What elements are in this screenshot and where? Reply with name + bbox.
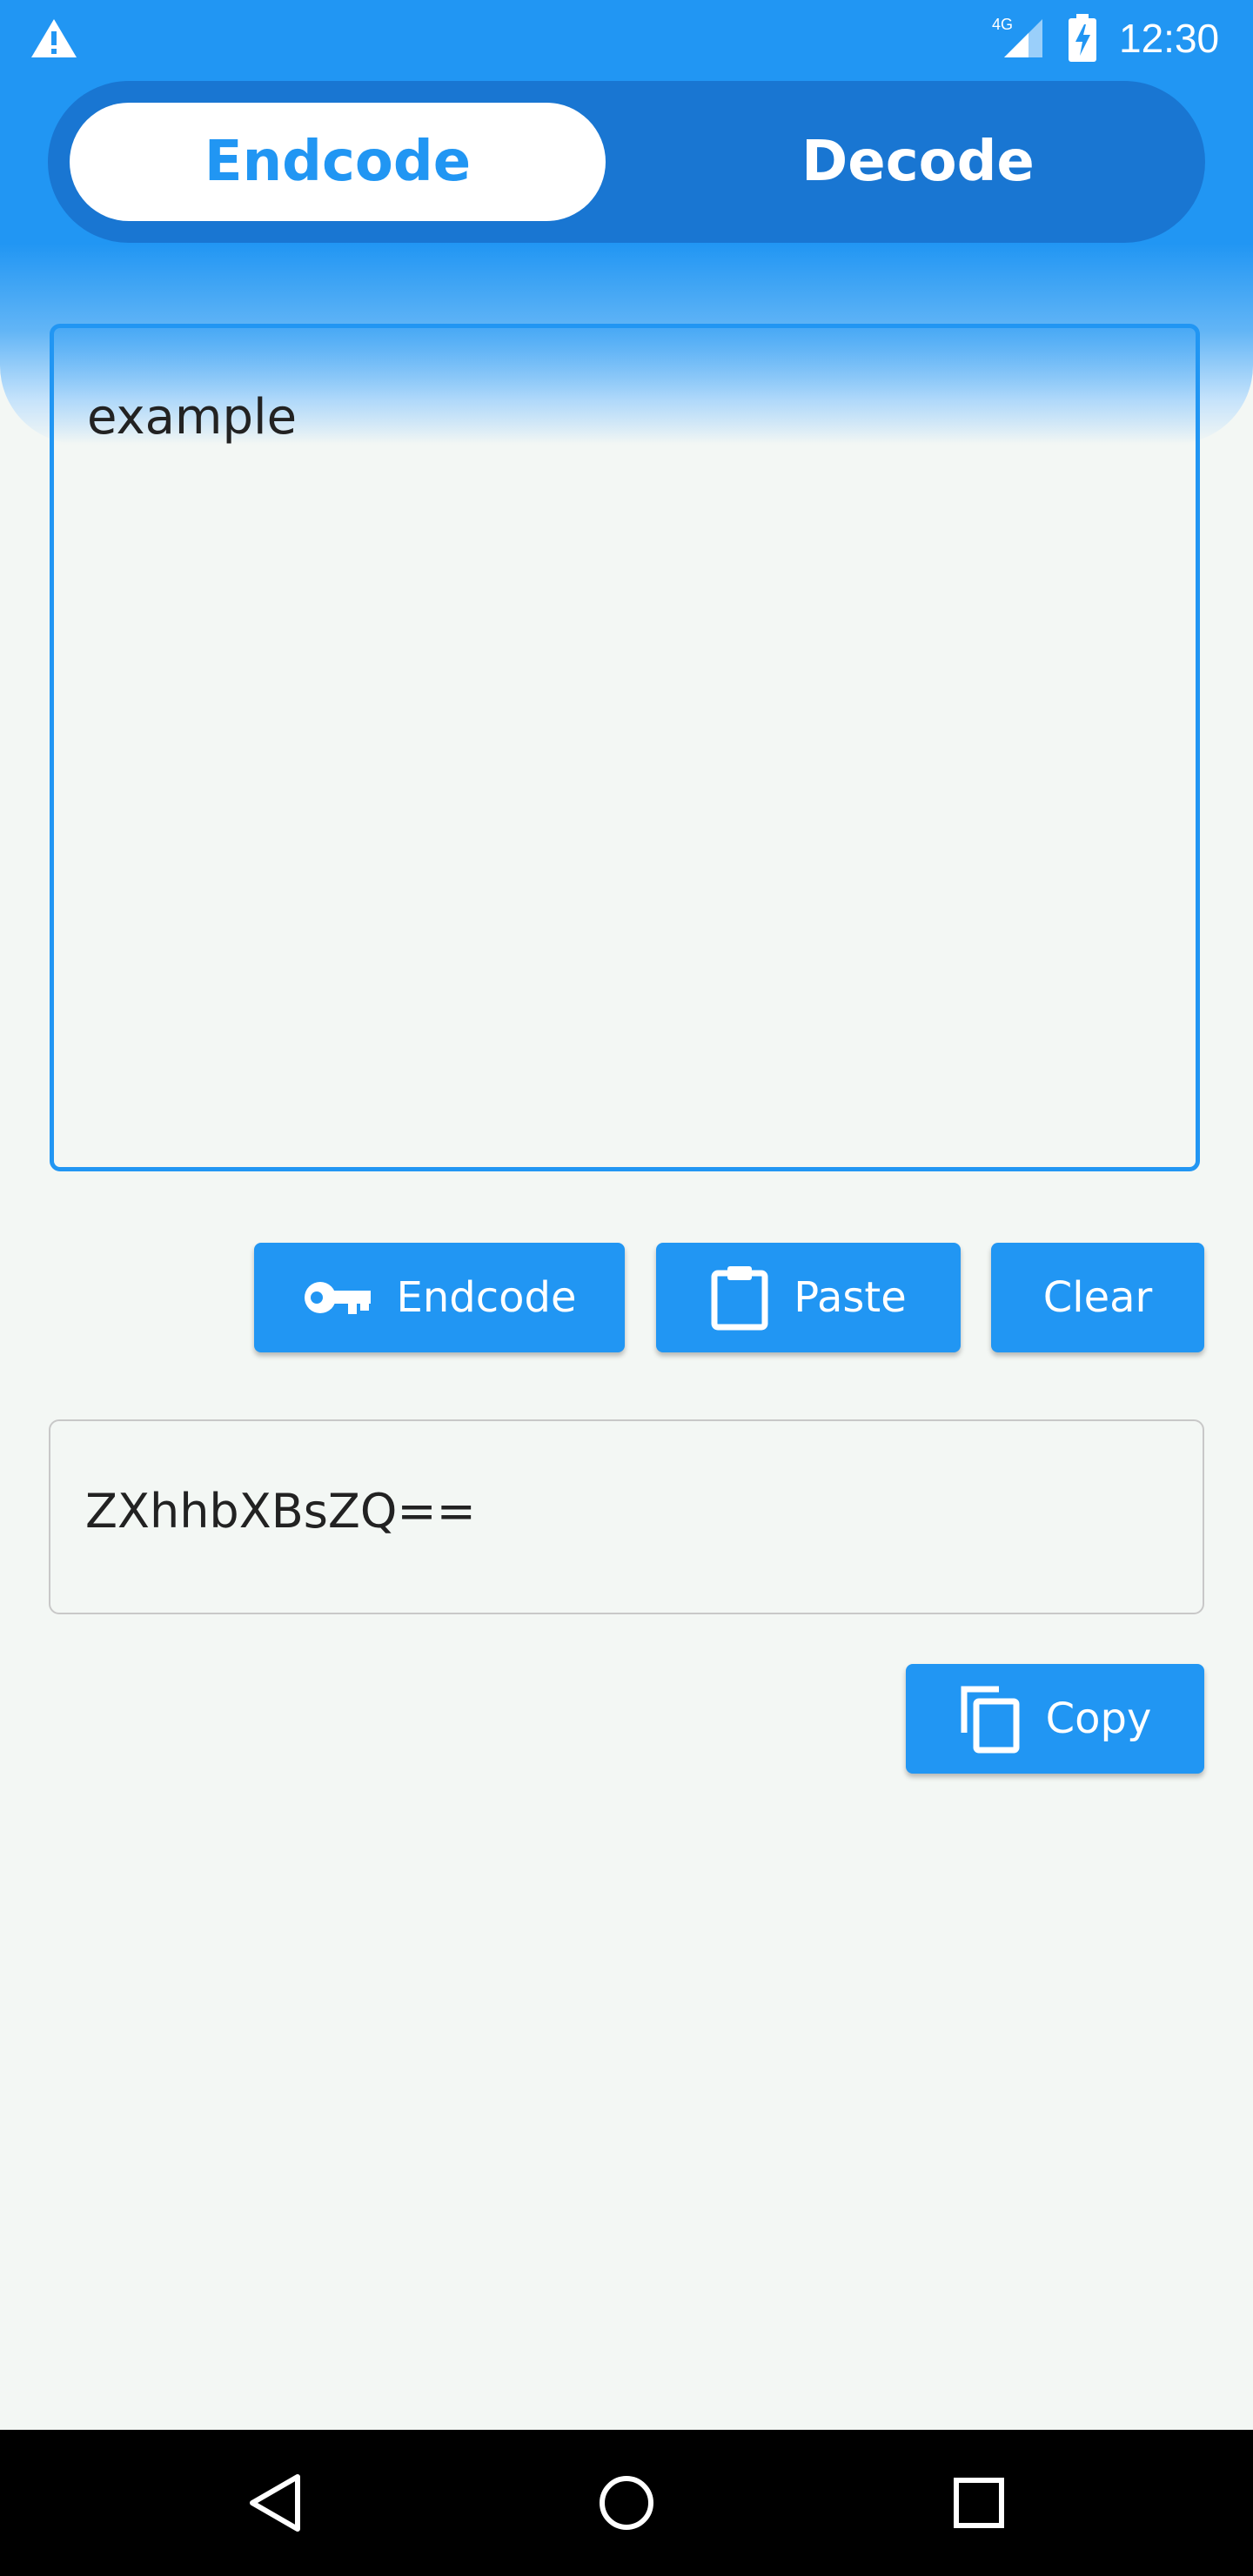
- encode-button-label: Endcode: [396, 1273, 577, 1322]
- input-textarea[interactable]: example: [50, 324, 1200, 1171]
- copy-icon: [959, 1684, 1022, 1754]
- battery-charging-icon: [1067, 14, 1098, 63]
- output-text: ZXhhbXBsZQ==: [85, 1484, 476, 1539]
- copy-button[interactable]: Copy: [906, 1664, 1204, 1774]
- tab-encode[interactable]: Endcode: [70, 103, 606, 221]
- encode-button[interactable]: Endcode: [254, 1243, 625, 1352]
- tab-decode[interactable]: Decode: [648, 103, 1188, 221]
- clear-button[interactable]: Clear: [991, 1243, 1204, 1352]
- mode-toggle: Endcode Decode: [48, 81, 1205, 243]
- status-bar: 4G 12:30: [0, 0, 1253, 78]
- warning-icon: [30, 17, 78, 59]
- back-icon[interactable]: [240, 2468, 310, 2538]
- key-icon: [303, 1276, 372, 1319]
- signal-icon: 4G: [990, 16, 1044, 59]
- input-text: example: [87, 389, 298, 446]
- navigation-bar: [0, 2430, 1253, 2576]
- paste-button-label: Paste: [794, 1273, 907, 1322]
- output-field[interactable]: ZXhhbXBsZQ==: [49, 1419, 1204, 1614]
- home-icon[interactable]: [592, 2468, 661, 2538]
- paste-button[interactable]: Paste: [656, 1243, 961, 1352]
- clipboard-icon: [710, 1265, 769, 1331]
- recents-icon[interactable]: [944, 2468, 1014, 2538]
- network-type-label: 4G: [992, 16, 1013, 33]
- copy-button-label: Copy: [1045, 1694, 1152, 1743]
- clock: 12:30: [1119, 16, 1220, 61]
